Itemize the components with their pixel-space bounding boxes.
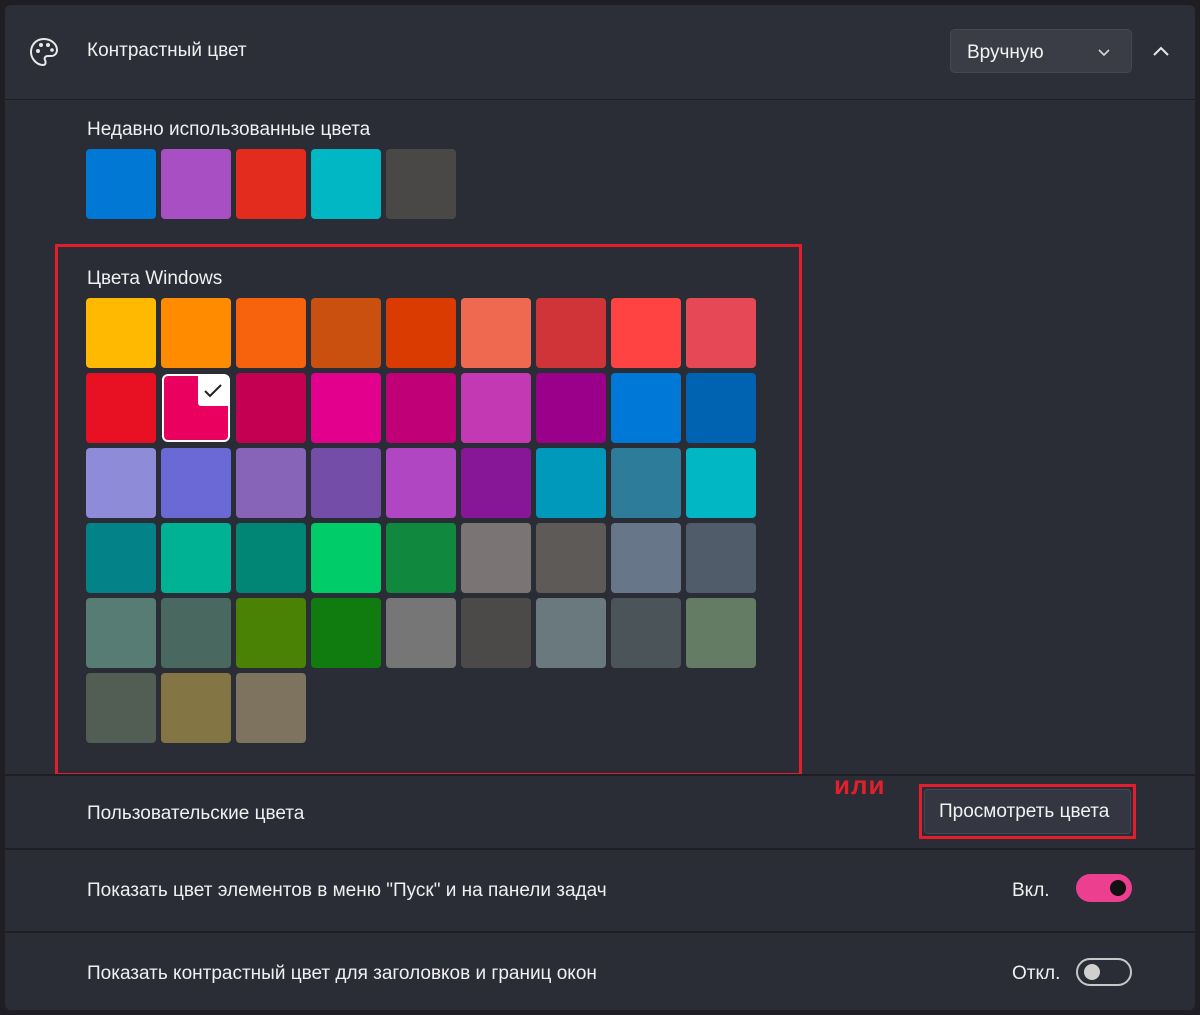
windows-color-swatch[interactable]: [86, 298, 156, 368]
windows-color-swatch[interactable]: [161, 298, 231, 368]
windows-color-swatch[interactable]: [461, 523, 531, 593]
dropdown-selected-value: Вручную: [967, 42, 1044, 63]
windows-color-swatch[interactable]: [236, 448, 306, 518]
annotation-or-text: или: [834, 770, 886, 800]
windows-colors-label: Цвета Windows: [87, 268, 223, 289]
recent-color-swatch[interactable]: [386, 149, 456, 219]
windows-color-swatch[interactable]: [161, 673, 231, 743]
windows-color-swatch[interactable]: [611, 523, 681, 593]
windows-color-swatch[interactable]: [686, 523, 756, 593]
title-bars-color-label: Показать контрастный цвет для заголовков…: [87, 963, 597, 984]
windows-color-swatch[interactable]: [611, 373, 681, 443]
windows-color-swatch[interactable]: [161, 523, 231, 593]
windows-color-swatch[interactable]: [536, 448, 606, 518]
windows-color-swatch[interactable]: [161, 598, 231, 668]
windows-color-swatch[interactable]: [611, 448, 681, 518]
windows-color-swatch[interactable]: [686, 448, 756, 518]
windows-color-swatch[interactable]: [236, 598, 306, 668]
windows-color-swatch[interactable]: [236, 298, 306, 368]
windows-color-swatch[interactable]: [311, 598, 381, 668]
windows-color-swatch[interactable]: [236, 673, 306, 743]
toggle-knob: [1084, 964, 1100, 980]
selected-check-badge: [198, 376, 228, 406]
windows-color-swatch[interactable]: [386, 448, 456, 518]
windows-color-swatch[interactable]: [461, 598, 531, 668]
windows-color-swatch[interactable]: [311, 523, 381, 593]
windows-color-swatch[interactable]: [86, 373, 156, 443]
title-bars-state-label: Откл.: [1012, 963, 1061, 984]
view-colors-button-label: Просмотреть цвета: [939, 801, 1110, 822]
windows-color-swatch[interactable]: [386, 298, 456, 368]
divider: [5, 931, 1195, 933]
windows-color-swatch[interactable]: [386, 373, 456, 443]
windows-color-swatch[interactable]: [536, 598, 606, 668]
start-taskbar-color-label: Показать цвет элементов в меню "Пуск" и …: [87, 880, 607, 901]
windows-color-swatch[interactable]: [236, 523, 306, 593]
windows-color-swatch[interactable]: [386, 598, 456, 668]
accent-color-title: Контрастный цвет: [87, 40, 247, 61]
chevron-down-icon: [1098, 49, 1110, 57]
windows-color-swatch[interactable]: [164, 376, 228, 440]
windows-color-swatch[interactable]: [461, 448, 531, 518]
windows-color-swatch[interactable]: [311, 298, 381, 368]
title-bars-toggle[interactable]: [1076, 958, 1132, 986]
windows-color-swatch[interactable]: [686, 598, 756, 668]
windows-color-swatch[interactable]: [461, 373, 531, 443]
windows-color-swatch[interactable]: [686, 373, 756, 443]
divider: [5, 774, 1195, 776]
windows-color-swatch[interactable]: [311, 373, 381, 443]
windows-color-swatch[interactable]: [386, 523, 456, 593]
windows-color-swatch[interactable]: [311, 448, 381, 518]
recent-color-swatch[interactable]: [236, 149, 306, 219]
recent-colors-label: Недавно использованные цвета: [87, 119, 371, 140]
checkmark-icon: [204, 384, 222, 398]
windows-color-swatch[interactable]: [611, 298, 681, 368]
windows-color-swatch[interactable]: [686, 298, 756, 368]
windows-color-swatch[interactable]: [86, 448, 156, 518]
windows-color-swatch[interactable]: [536, 523, 606, 593]
custom-colors-label: Пользовательские цвета: [87, 803, 305, 824]
windows-color-swatch[interactable]: [536, 298, 606, 368]
recent-color-swatch[interactable]: [86, 149, 156, 219]
divider: [5, 848, 1195, 850]
recent-color-swatch[interactable]: [311, 149, 381, 219]
windows-color-swatch[interactable]: [86, 673, 156, 743]
recent-color-swatch[interactable]: [161, 149, 231, 219]
windows-color-swatch[interactable]: [161, 448, 231, 518]
windows-color-swatch[interactable]: [86, 523, 156, 593]
toggle-knob: [1110, 880, 1126, 896]
windows-color-swatch[interactable]: [611, 598, 681, 668]
windows-color-swatch[interactable]: [236, 373, 306, 443]
windows-color-swatch[interactable]: [461, 298, 531, 368]
view-colors-button[interactable]: Просмотреть цвета: [924, 789, 1131, 834]
start-taskbar-state-label: Вкл.: [1012, 880, 1050, 901]
start-taskbar-toggle[interactable]: [1076, 874, 1132, 902]
windows-color-swatch[interactable]: [86, 598, 156, 668]
chevron-up-icon[interactable]: [1151, 43, 1171, 59]
accent-mode-dropdown[interactable]: Вручную: [950, 29, 1132, 73]
windows-color-swatch[interactable]: [536, 373, 606, 443]
palette-icon: [29, 37, 59, 67]
